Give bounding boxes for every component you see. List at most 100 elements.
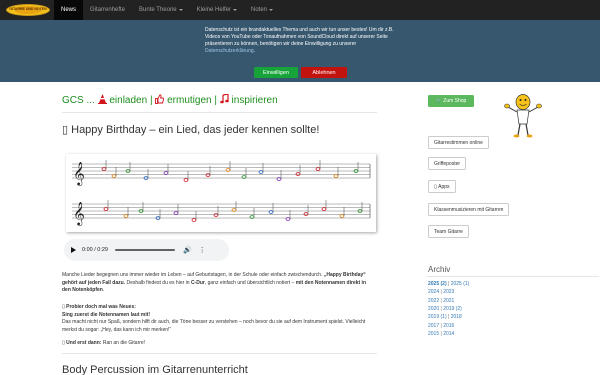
note-head — [163, 171, 169, 175]
sidebar-button-label: Gitarrestimmen online — [434, 139, 483, 146]
privacy-policy-link[interactable]: Datenschutzerklärung — [205, 48, 254, 54]
tagline-inspire: inspirieren — [231, 95, 278, 106]
nav-item-gitarrenhefte[interactable]: Gitarrenhefte — [83, 0, 132, 20]
sidebar-button-klassenmusizieren[interactable]: Klassenmusizieren mit Gitarren — [428, 203, 510, 216]
nav-label: Kleine Helfer — [196, 7, 231, 13]
nav-item-kleine-helfer[interactable]: Kleine Helfer — [190, 0, 244, 20]
text: Ran an die Gitarre! — [101, 340, 146, 346]
sidebar-button-gitarrestimmen[interactable]: Gitarrestimmen online — [428, 136, 489, 149]
cookie-text: Datenschutz ist ein brandaktuelles Thema… — [205, 27, 400, 55]
mascot-guitar-icon — [504, 94, 542, 138]
archive-year-link[interactable]: 2016 — [443, 323, 454, 329]
staff-svg: 𝄞 𝄞 — [72, 160, 371, 226]
text-bold: Sing zuerst die Notennamen laut mit! — [62, 311, 151, 318]
archive-year-link[interactable]: 2014 — [443, 331, 454, 337]
divider — [427, 276, 599, 277]
music-note-icon — [219, 94, 229, 104]
archive-row: 2019 (1) | 2018 — [428, 314, 462, 320]
note-head — [333, 174, 339, 178]
note-head — [295, 172, 301, 176]
archive-row: 2020 | 2019 (2) — [428, 306, 462, 312]
post-paragraph-final: ▯ Und erst dann: Ran an die Gitarre! — [62, 340, 375, 348]
archive-row: 2022 | 2021 — [428, 298, 454, 304]
archive-row: 2015 | 2014 — [428, 331, 454, 337]
archive-year-link[interactable]: 2020 — [428, 306, 439, 312]
logo-text: GITARRE UND NOTEN — [9, 7, 47, 11]
archive-year-link[interactable]: 2024 — [428, 289, 439, 295]
note-head — [123, 214, 129, 218]
play-icon[interactable] — [71, 247, 76, 253]
archive-year-link[interactable]: 2019 (1) — [428, 314, 447, 320]
deny-button[interactable]: Ablehnen — [301, 67, 347, 78]
archive-year-link[interactable]: 2021 — [443, 298, 454, 304]
audio-player[interactable]: 0:00 / 0:29 🔊 ⋮ — [64, 239, 229, 261]
next-post-title[interactable]: Body Percussion im Gitarrenunterricht — [62, 364, 248, 375]
archive-year-link[interactable]: 2018 — [451, 314, 462, 320]
divider — [62, 353, 377, 354]
allow-button[interactable]: Einwilligen — [254, 67, 298, 78]
post-title[interactable]: ▯ Happy Birthday – ein Lied, das jeder k… — [62, 123, 382, 137]
note-head — [303, 212, 309, 216]
cookie-period: . — [253, 48, 256, 54]
nav-item-bunte-theorie[interactable]: Bunte Theorie — [132, 0, 190, 20]
text-bold: Und erst dann: — [66, 340, 102, 346]
note-head — [101, 167, 107, 171]
archive-year-link[interactable]: 2023 — [443, 289, 454, 295]
text: , ganz einfach und übersichtlich notiert… — [204, 279, 296, 286]
note-head — [339, 214, 345, 218]
archive-year-link[interactable]: 2025 (1) — [451, 281, 470, 287]
tagline: GCS ... einladen | ermutigen | inspirier… — [62, 94, 278, 106]
post-paragraph-intro: Manche Lieder begegnen uns immer wieder … — [62, 272, 375, 295]
audio-progress-bar[interactable] — [115, 249, 175, 251]
site-logo[interactable]: GITARRE UND NOTEN — [6, 2, 50, 18]
text-bold: Probier doch mal was Neues: — [66, 304, 136, 310]
cookie-body: Datenschutz ist ein brandaktuelles Thema… — [205, 27, 394, 47]
missing-glyph-icon: ▯ — [62, 304, 65, 310]
nav-label: Bunte Theorie — [139, 7, 177, 13]
divider — [62, 112, 377, 113]
sidebar-button-team-gitarre[interactable]: Team Gitarre — [428, 225, 469, 238]
nav-item-news[interactable]: News — [54, 0, 84, 20]
text: . — [102, 287, 105, 293]
note-head — [111, 174, 117, 178]
note-head — [315, 167, 321, 171]
tagline-invite: einladen — [109, 95, 148, 106]
treble-clef-icon: 𝄞 — [73, 201, 85, 226]
nav-label: Noten — [251, 7, 268, 13]
mobile-icon: ▯ — [434, 183, 437, 190]
shop-button[interactable]: 🛒 Zum Shop — [428, 95, 474, 107]
archive-year-link[interactable]: 2019 (2) — [443, 306, 462, 312]
treble-clef-icon: 𝄞 — [73, 161, 85, 186]
archive-year-link[interactable]: 2022 — [428, 298, 439, 304]
thumbs-up-icon — [155, 94, 165, 104]
note-head — [103, 207, 109, 211]
archive-year-link[interactable]: 2017 — [428, 323, 439, 329]
shopping-cart-icon: 🛒 — [435, 98, 442, 104]
caret-down-icon — [269, 9, 274, 11]
text: Deshalb findest du es hier in — [125, 279, 191, 286]
note-head — [321, 207, 327, 211]
tagline-separator: | — [149, 95, 153, 106]
archive-row: 2017 | 2016 — [428, 323, 454, 329]
archive-year-link[interactable]: 2015 — [428, 331, 439, 337]
sidebar: 🛒 Zum Shop Gitarrestimmen online Griffep… — [427, 82, 600, 375]
sidebar-button-label: Griffeposter — [434, 160, 461, 167]
nav-item-noten[interactable]: Noten — [244, 0, 280, 20]
volume-icon[interactable]: 🔊 — [183, 246, 192, 254]
more-options-icon[interactable]: ⋮ — [199, 246, 206, 254]
traffic-cone-icon — [97, 94, 107, 104]
sidebar-button-griffeposter[interactable]: Griffeposter — [428, 157, 467, 170]
archive-heading: Archiv — [428, 265, 451, 274]
note-head — [205, 173, 211, 177]
sheet-music-image: 𝄞 𝄞 — [66, 154, 376, 232]
sidebar-button-apps[interactable]: ▯ Apps — [428, 180, 456, 193]
text-bold: C-Dur — [190, 279, 205, 286]
archive-row: 2024 | 2023 — [428, 289, 454, 295]
tagline-separator: | — [214, 95, 217, 106]
text: Das macht nicht nur Spaß, sondern hilft … — [62, 319, 366, 333]
top-navbar: GITARRE UND NOTEN News Gitarrenhefte Bun… — [0, 0, 600, 20]
archive-row: 2025 (2) | 2025 (1) — [428, 281, 469, 287]
nav-label: News — [61, 7, 77, 13]
archive-year-link[interactable]: 2025 (2) — [428, 281, 447, 287]
post-title-text: Happy Birthday – ein Lied, das jeder ken… — [71, 124, 320, 136]
